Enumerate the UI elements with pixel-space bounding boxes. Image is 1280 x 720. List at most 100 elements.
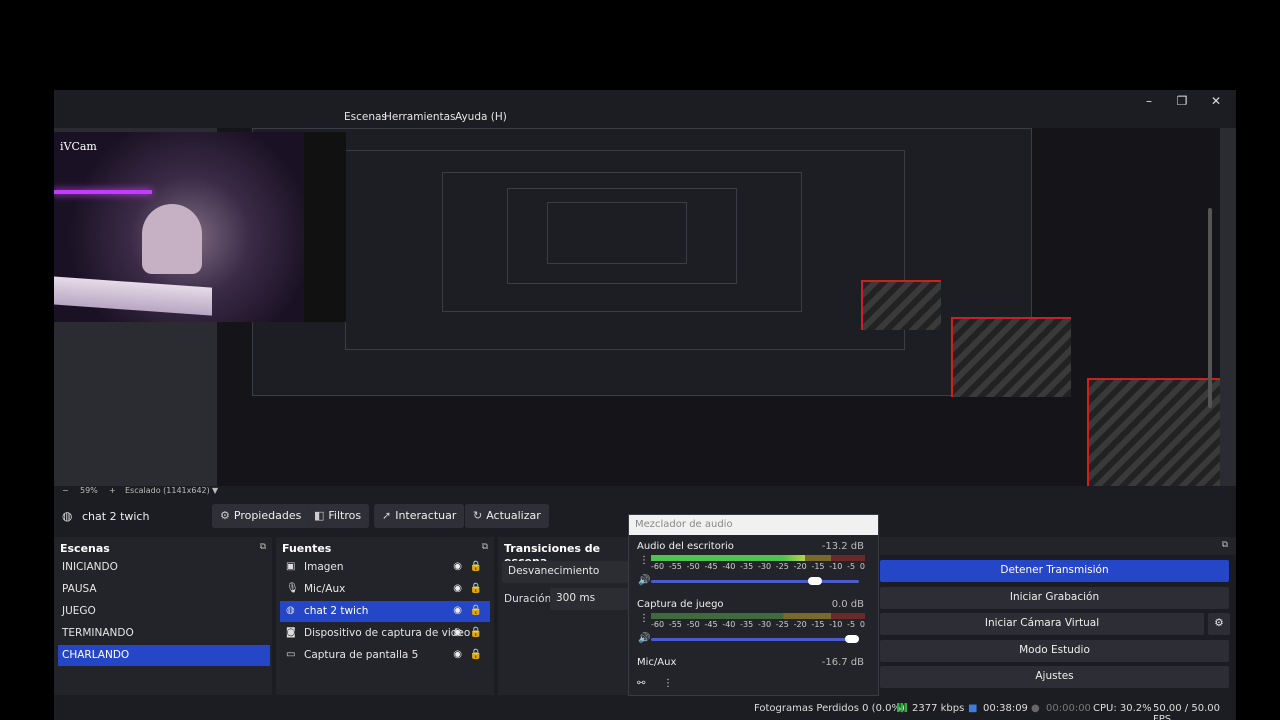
- volume-slider[interactable]: [651, 577, 859, 585]
- sources-title: Fuentes: [282, 542, 332, 555]
- refresh-button[interactable]: ↻ Actualizar: [465, 504, 549, 528]
- scenes-title: Escenas: [60, 542, 110, 555]
- record-icon: ●: [1031, 703, 1040, 714]
- source-label: Mic/Aux: [304, 583, 346, 595]
- stop-stream-button[interactable]: Detener Transmisión: [880, 560, 1229, 582]
- current-source-name: chat 2 twich: [82, 510, 150, 523]
- volume-knob[interactable]: [845, 635, 859, 643]
- tick-label: -5: [847, 620, 856, 629]
- keyboard: [54, 276, 212, 316]
- filters-label: Filtros: [328, 509, 362, 522]
- tick-label: -20: [793, 562, 807, 571]
- source-item[interactable]: ▭ Captura de pantalla 5 ◉ 🔒: [280, 645, 490, 666]
- scene-item[interactable]: PAUSA: [58, 579, 270, 600]
- transition-select[interactable]: Desvanecimiento: [502, 561, 628, 583]
- menu-scenes[interactable]: Escenas: [344, 111, 387, 123]
- meter-fill: [651, 555, 806, 561]
- eye-icon[interactable]: ◉: [453, 583, 462, 594]
- refresh-icon: ↻: [473, 509, 483, 522]
- meter-ticks: -60 -55 -50 -45 -40 -35 -30 -25 -20 -15 -10 -5 0: [651, 620, 865, 629]
- lock-icon[interactable]: 🔒: [470, 583, 482, 594]
- sources-dock: Fuentes ⧉ ▣ Imagen ◉ 🔒 🎙 Mic/Aux ◉ 🔒 ◍ chat 2 t…: [276, 537, 494, 717]
- more-vert-icon[interactable]: ⋮: [639, 613, 649, 624]
- chevron-down-icon[interactable]: ▼: [212, 486, 218, 495]
- studio-mode-button[interactable]: Modo Estudio: [880, 640, 1229, 662]
- preview-scrollbar[interactable]: [1208, 208, 1212, 408]
- controls-header: ⧉: [880, 537, 1236, 555]
- lock-icon[interactable]: 🔒: [470, 627, 482, 638]
- scene-item-selected[interactable]: CHARLANDO: [58, 645, 270, 666]
- tick-label: -15: [811, 620, 825, 629]
- filter-icon: ◧: [314, 509, 325, 522]
- tick-label: -60: [651, 620, 665, 629]
- signal-bars: [897, 703, 907, 712]
- eye-icon[interactable]: ◉: [453, 605, 462, 616]
- preview-area[interactable]: iVCam: [54, 128, 1236, 486]
- tick-label: -50: [686, 562, 700, 571]
- interact-button[interactable]: ➚ Interactuar: [374, 504, 465, 528]
- scene-item[interactable]: JUEGO: [58, 601, 270, 622]
- live-icon: ■: [968, 703, 978, 714]
- link-icon[interactable]: ⚯: [637, 678, 645, 689]
- eye-icon[interactable]: ◉: [453, 649, 462, 660]
- eye-icon[interactable]: ◉: [453, 561, 462, 572]
- tick-label: -15: [811, 562, 825, 571]
- settings-button[interactable]: Ajustes: [880, 666, 1229, 688]
- zoom-in-button[interactable]: +: [109, 486, 116, 495]
- minimize-icon[interactable]: –: [1138, 93, 1160, 109]
- start-recording-button[interactable]: Iniciar Grabación: [880, 587, 1229, 609]
- speaker-icon[interactable]: 🔊: [638, 633, 650, 644]
- gear-icon[interactable]: ⚙: [1208, 613, 1230, 635]
- tick-label: -30: [757, 620, 772, 629]
- source-item[interactable]: 🎙 Mic/Aux ◉ 🔒: [280, 579, 490, 600]
- scale-label: Escalado (1141x642): [125, 486, 210, 495]
- maximize-icon[interactable]: ❐: [1171, 93, 1193, 109]
- channel-name: Audio del escritorio: [637, 541, 734, 552]
- source-item[interactable]: ▣ Imagen ◉ 🔒: [280, 557, 490, 578]
- properties-label: Propiedades: [233, 509, 302, 522]
- mixer-title: Mezclador de audio: [629, 515, 878, 535]
- volume-knob[interactable]: [807, 577, 822, 585]
- browser-icon: ◍: [62, 509, 73, 523]
- undock-icon[interactable]: ⧉: [1222, 540, 1228, 550]
- source-label: Captura de pantalla 5: [304, 649, 419, 661]
- monitor-icon: ▭: [286, 649, 296, 660]
- close-icon[interactable]: ✕: [1205, 93, 1227, 109]
- undock-icon[interactable]: ⧉: [482, 542, 488, 552]
- interact-label: Interactuar: [395, 509, 457, 522]
- webcam-feed: iVCam: [54, 132, 304, 322]
- menu-tools[interactable]: Herramientas: [384, 111, 456, 123]
- filters-button[interactable]: ◧ Filtros: [306, 504, 370, 528]
- gear-icon: ⚙: [220, 509, 230, 522]
- lock-icon[interactable]: 🔒: [470, 649, 482, 660]
- speaker-icon[interactable]: 🔊: [638, 575, 650, 586]
- properties-button[interactable]: ⚙ Propiedades: [212, 504, 310, 528]
- tick-label: 0: [859, 620, 865, 629]
- virtual-camera-button[interactable]: Iniciar Cámara Virtual: [880, 613, 1204, 635]
- zoom-out-button[interactable]: −: [62, 486, 69, 495]
- audio-mixer: Mezclador de audio Audio del escritorio …: [628, 514, 879, 696]
- more-vert-icon[interactable]: ⋮: [639, 555, 649, 566]
- source-label: Imagen: [304, 561, 344, 573]
- undock-icon[interactable]: ⧉: [260, 542, 266, 552]
- preview-canvas[interactable]: [217, 128, 1220, 486]
- menu-bar: Escenas Herramientas Ayuda (H) – ❐ ✕: [54, 90, 1236, 128]
- menu-help[interactable]: Ayuda (H): [455, 111, 507, 123]
- source-item-selected[interactable]: ◍ chat 2 twich ◉ 🔒: [280, 601, 490, 622]
- tick-label: -20: [793, 620, 807, 629]
- microphone-icon: 🎙: [286, 583, 299, 594]
- volume-slider[interactable]: [651, 635, 859, 643]
- meter-ticks: -60 -55 -50 -45 -40 -35 -30 -25 -20 -15 -10 -5 0: [651, 562, 865, 571]
- tick-label: -55: [668, 562, 682, 571]
- duration-input[interactable]: 300 ms: [550, 588, 628, 610]
- scene-item[interactable]: TERMINANDO: [58, 623, 270, 644]
- lock-icon[interactable]: 🔒: [470, 561, 482, 572]
- scene-item[interactable]: INICIANDO: [58, 557, 270, 578]
- hatched-source-1: [1087, 378, 1220, 486]
- tick-label: -40: [722, 620, 736, 629]
- tick-label: -5: [847, 562, 856, 571]
- more-vert-icon[interactable]: ⋮: [663, 678, 673, 689]
- lock-icon[interactable]: 🔒: [470, 605, 482, 616]
- eye-icon[interactable]: ◉: [453, 627, 462, 638]
- source-item[interactable]: ◙ Dispositivo de captura de video ◉ 🔒: [280, 623, 490, 644]
